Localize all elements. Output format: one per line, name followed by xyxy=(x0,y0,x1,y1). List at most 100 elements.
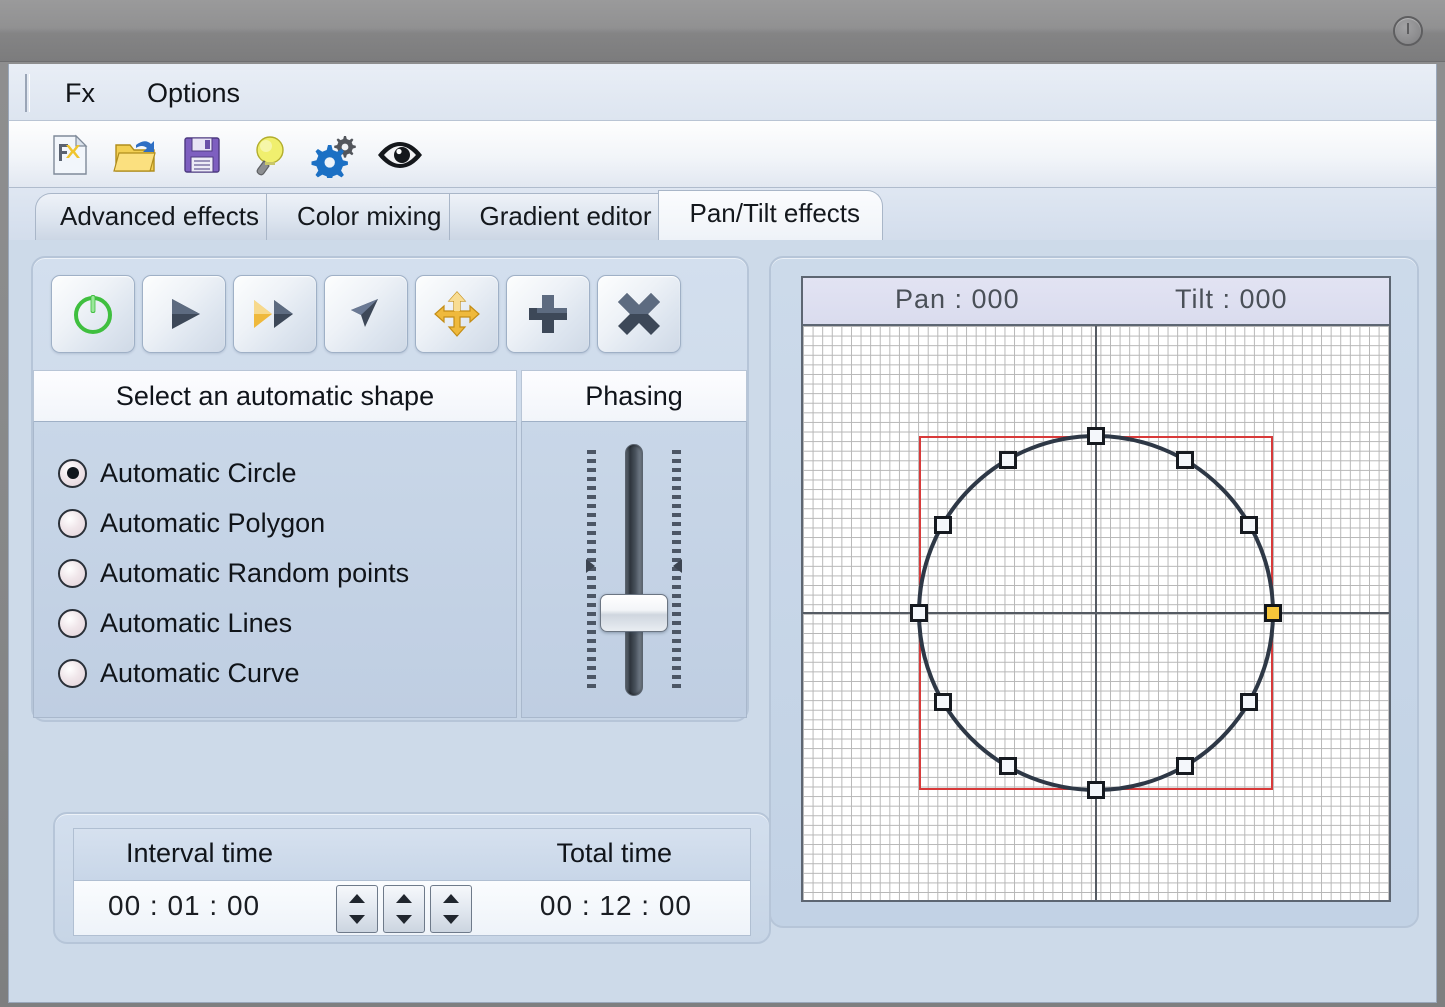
cursor-arrow-icon xyxy=(341,289,391,339)
seconds-spinner[interactable] xyxy=(430,885,472,933)
settings-button[interactable] xyxy=(301,124,367,186)
add-point-button[interactable] xyxy=(506,275,590,353)
shape-handle[interactable] xyxy=(1240,693,1258,711)
shape-handle[interactable] xyxy=(1087,781,1105,799)
pan-tilt-group: Pan : 000 Tilt : 000 xyxy=(769,256,1419,928)
select-button[interactable] xyxy=(324,275,408,353)
main-content: Select an automatic shape Phasing Automa… xyxy=(9,240,1436,1002)
phasing-marker-right-icon xyxy=(673,559,682,573)
shape-handle[interactable] xyxy=(1240,516,1258,534)
phasing-slider-track[interactable] xyxy=(625,444,643,696)
interval-time-label: Interval time xyxy=(126,838,273,869)
lightbulb-icon xyxy=(246,132,290,178)
eye-icon xyxy=(375,138,425,172)
new-file-button[interactable] xyxy=(37,124,103,186)
radio-automatic-random-points[interactable]: Automatic Random points xyxy=(58,548,516,598)
shape-editor-column: Select an automatic shape Phasing Automa… xyxy=(31,256,749,722)
window-titlebar xyxy=(0,0,1445,62)
gears-icon xyxy=(310,132,358,178)
shape-panel-title: Select an automatic shape xyxy=(33,370,517,422)
shape-editor-group: Select an automatic shape Phasing Automa… xyxy=(31,256,749,722)
step-button[interactable] xyxy=(233,275,317,353)
radio-lines-mark xyxy=(58,609,87,638)
shape-handle[interactable] xyxy=(999,451,1017,469)
radio-circle-mark xyxy=(58,459,87,488)
play-icon xyxy=(159,289,209,339)
play-button[interactable] xyxy=(142,275,226,353)
move-cross-icon xyxy=(431,288,483,340)
delete-point-button[interactable] xyxy=(597,275,681,353)
power-icon xyxy=(68,289,118,339)
tab-strip: Advanced effects Color mixing Gradient e… xyxy=(9,188,1436,240)
menu-item-options[interactable]: Options xyxy=(141,76,246,111)
shape-handle[interactable] xyxy=(910,604,928,622)
menu-item-fx[interactable]: Fx xyxy=(59,76,101,111)
tab-color-mixing[interactable]: Color mixing xyxy=(266,193,465,240)
shape-options-list: Automatic Circle Automatic Polygon Autom… xyxy=(33,422,517,718)
shape-handle[interactable] xyxy=(1176,757,1194,775)
pan-tilt-canvas[interactable] xyxy=(801,324,1391,902)
time-spinners xyxy=(336,885,472,933)
pan-readout: Pan : 000 xyxy=(895,284,1020,315)
save-button[interactable] xyxy=(169,124,235,186)
delete-x-icon xyxy=(613,288,665,340)
radio-polygon-mark xyxy=(58,509,87,538)
timing-group: Interval time Total time 00 : 01 : 00 00… xyxy=(53,812,771,944)
radio-random-points-mark xyxy=(58,559,87,588)
shape-handle[interactable] xyxy=(934,693,952,711)
shape-handle-selected[interactable] xyxy=(1264,604,1282,622)
radio-polygon-label: Automatic Polygon xyxy=(100,508,325,539)
total-time-label: Total time xyxy=(556,838,672,869)
tab-advanced-effects[interactable]: Advanced effects xyxy=(35,193,282,240)
window-body: Fx Options xyxy=(8,64,1437,1003)
shape-handle[interactable] xyxy=(1176,451,1194,469)
open-folder-button[interactable] xyxy=(103,124,169,186)
shape-tool-row xyxy=(33,258,747,370)
menu-grip-handle[interactable] xyxy=(25,74,30,112)
next-arrows-icon xyxy=(248,289,302,339)
shape-handle[interactable] xyxy=(999,757,1017,775)
radio-curve-mark xyxy=(58,659,87,688)
panel-headers: Select an automatic shape Phasing xyxy=(33,370,747,422)
move-button[interactable] xyxy=(415,275,499,353)
phasing-panel-title: Phasing xyxy=(521,370,747,422)
panel-bodies: Automatic Circle Automatic Polygon Autom… xyxy=(33,422,747,718)
radio-automatic-lines[interactable]: Automatic Lines xyxy=(58,598,516,648)
radio-lines-label: Automatic Lines xyxy=(100,608,292,639)
shape-handle[interactable] xyxy=(934,516,952,534)
plus-icon xyxy=(523,289,573,339)
hours-spinner[interactable] xyxy=(336,885,378,933)
pan-tilt-readout: Pan : 000 Tilt : 000 xyxy=(801,276,1391,324)
shape-selection-panel: Select an automatic shape Phasing Automa… xyxy=(33,370,747,720)
radio-curve-label: Automatic Curve xyxy=(100,658,300,689)
radio-automatic-curve[interactable]: Automatic Curve xyxy=(58,648,516,698)
radio-random-points-label: Automatic Random points xyxy=(100,558,409,589)
phasing-slider-area xyxy=(521,422,747,718)
total-time-value: 00 : 12 : 00 xyxy=(540,890,692,922)
tilt-readout: Tilt : 000 xyxy=(1175,284,1288,315)
new-file-icon xyxy=(47,132,93,178)
preview-button[interactable] xyxy=(367,124,433,186)
shape-path xyxy=(803,326,1389,900)
toolbar xyxy=(9,121,1436,188)
minutes-spinner[interactable] xyxy=(383,885,425,933)
application-window: Fx Options xyxy=(0,0,1445,1007)
interval-time-value[interactable]: 00 : 01 : 00 xyxy=(108,890,260,922)
tab-pan-tilt-effects[interactable]: Pan/Tilt effects xyxy=(658,190,883,240)
open-folder-icon xyxy=(112,133,160,177)
menu-bar: Fx Options xyxy=(9,64,1436,121)
radio-automatic-polygon[interactable]: Automatic Polygon xyxy=(58,498,516,548)
save-floppy-icon xyxy=(180,133,224,177)
phasing-slider[interactable] xyxy=(579,444,689,696)
tab-gradient-editor[interactable]: Gradient editor xyxy=(449,193,675,240)
lightbulb-button[interactable] xyxy=(235,124,301,186)
enable-effect-button[interactable] xyxy=(51,275,135,353)
phasing-slider-thumb[interactable] xyxy=(600,594,668,632)
phasing-marker-left-icon xyxy=(586,559,595,573)
radio-circle-label: Automatic Circle xyxy=(100,458,297,489)
timing-values-row: 00 : 01 : 00 00 : 12 : 00 xyxy=(73,880,751,936)
shape-handle[interactable] xyxy=(1087,427,1105,445)
radio-automatic-circle[interactable]: Automatic Circle xyxy=(58,448,516,498)
timing-inner: Interval time Total time 00 : 01 : 00 00… xyxy=(55,814,769,936)
power-circle-icon[interactable] xyxy=(1393,16,1423,46)
